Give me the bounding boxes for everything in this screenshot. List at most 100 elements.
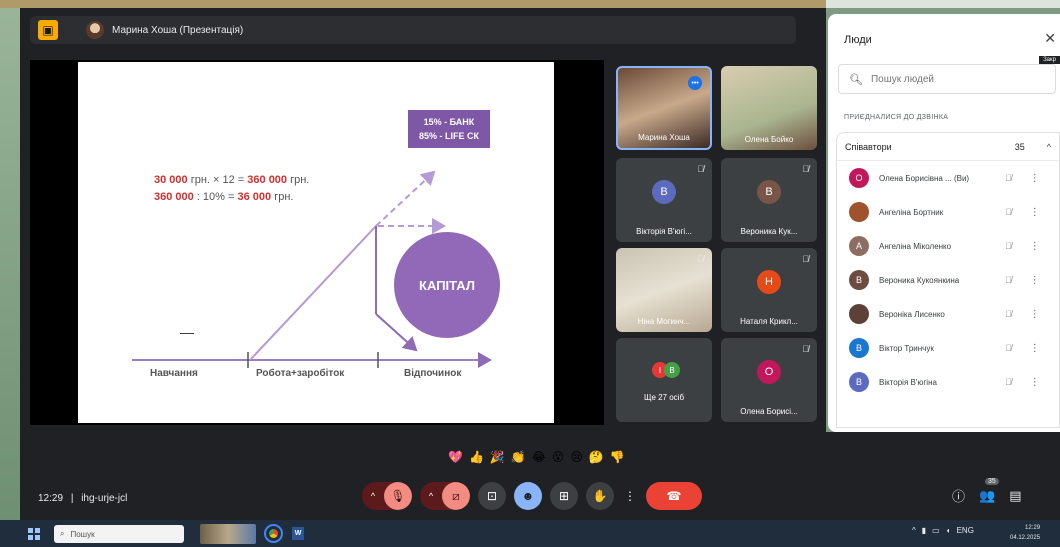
people-icon: 👥 [979,487,996,503]
taskbar-widget[interactable] [200,524,256,544]
participant-name: Наталя Крикл... [740,317,798,326]
info-icon[interactable]: ⓘ [952,486,965,505]
participant-row[interactable]: О Олена Борисівна ... (Ви) 🎙̸ ⋮ [837,161,1059,195]
participant-tile[interactable]: 🎙̸ Н Наталя Крикл... [721,248,817,332]
participant-row[interactable]: Вероніка Лисенко 🎙̸ ⋮ [837,297,1059,331]
participant-row[interactable]: В Віктор Тринчук 🎙̸ ⋮ [837,331,1059,365]
captions-button[interactable]: ⊡ [478,482,506,510]
raise-hand-button[interactable]: ✋ [586,482,614,510]
participant-tile[interactable]: 🎙̸ О Олена Борисі... [721,338,817,422]
reaction-laugh[interactable]: 😂 [532,450,546,464]
group-avatars: І В [652,362,680,378]
present-button[interactable]: ⊞ [550,482,578,510]
chat-icon[interactable]: ▤ [1009,488,1021,504]
section-title: Співавтори [845,141,892,152]
end-call-button[interactable]: ☎ [646,482,702,510]
camera-control: ^ ⧄ [420,482,470,510]
allocation-box: 15% - БАНК 85% - LIFE СК [408,110,490,148]
more-options-icon[interactable]: ⋮ [1030,377,1040,388]
participant-row[interactable]: В Вікторія В'югіна 🎙̸ ⋮ [837,365,1059,399]
close-tooltip: Закр [1039,56,1060,64]
more-options-icon[interactable]: ⋮ [1030,207,1040,218]
more-options-icon[interactable]: ⋮ [1030,343,1040,354]
avatar [849,202,869,222]
reaction-thumbs-down[interactable]: 👎 [610,450,625,464]
reaction-thumbs-up[interactable]: 👍 [469,450,484,464]
participant-row[interactable]: Ангеліна Бортник 🎙̸ ⋮ [837,195,1059,229]
more-options-icon[interactable]: ⋮ [1030,275,1040,286]
reaction-party[interactable]: 🎉 [490,450,505,464]
participant-row[interactable]: А Ангеліна Міколенко 🎙̸ ⋮ [837,229,1059,263]
participant-name: Олена Бойко [744,135,794,144]
growth-line [249,225,377,361]
mic-off-icon: 🎙̸ [1005,173,1012,183]
participant-name: Ангеліна Бортник [879,207,944,217]
participant-row[interactable]: В Вероника Кукоянкина 🎙̸ ⋮ [837,263,1059,297]
word-icon[interactable]: W [292,527,304,540]
presenter-avatar [86,21,104,39]
volume-icon[interactable]: ◖ [946,526,951,535]
participant-tile[interactable]: 🎙̸ В Вікторія В'югі... [616,158,712,242]
participant-name: Вікторія В'югі... [636,227,692,236]
system-clock[interactable]: 12:29 04.12.2025 [1010,523,1040,543]
chrome-icon[interactable] [264,524,283,543]
language-indicator[interactable]: ENG [957,526,974,535]
clock-time: 12:29 [1025,525,1041,531]
participant-name: Вероника Кукоянкина [879,275,960,285]
battery-icon[interactable]: ▮ [922,526,926,535]
reaction-clap[interactable]: 👏 [511,450,526,464]
chevron-up-icon[interactable]: ^ [912,526,916,535]
meeting-time: 12:29 [38,493,64,504]
participant-name: Ангеліна Міколенко [879,241,952,251]
chevron-up-icon[interactable]: ^ [420,482,442,510]
participant-tile[interactable]: Олена Бойко [721,66,817,150]
reaction-bar: 💖 👍 🎉 👏 😂 😮 😢 🤔 👎 [448,450,625,464]
chevron-up-icon[interactable]: ^ [1047,142,1051,152]
more-options-button[interactable]: ⋮ [622,482,638,510]
mic-off-icon: 🎙̸ [1005,377,1012,387]
avatar: О [757,360,781,384]
participant-list: О Олена Борисівна ... (Ви) 🎙̸ ⋮ Ангеліна Бор… [837,161,1059,399]
presentation-icon[interactable]: ▣ [38,20,58,40]
more-options-icon[interactable]: ⋮ [1030,173,1040,184]
more-options-icon[interactable]: ⋮ [1030,241,1040,252]
dash-mark: — [180,324,194,340]
more-options-icon[interactable]: ⋮ [1030,309,1040,320]
taskbar-search[interactable]: ⌕ Пошук [54,525,184,543]
mic-off-icon: 🎙̸ [1005,241,1012,251]
reaction-thinking[interactable]: 🤔 [589,450,604,464]
chevron-up-icon[interactable]: ^ [362,482,384,510]
call-controls: ^ 🎙 ^ ⧄ ⊡ ☻ ⊞ ✋ ⋮ ☎ [362,482,702,510]
windows-start-icon[interactable] [28,528,40,540]
capital-circle: КАПІТАЛ [394,232,500,338]
network-icon[interactable]: ▭ [932,526,940,535]
avatar: В [664,362,680,378]
taskbar-search-label: Пошук [70,529,95,539]
mic-off-button[interactable]: 🎙 [384,482,412,510]
participant-tile[interactable]: ••• Марина Хоша [616,66,712,150]
phase-label: Навчання [150,368,198,379]
presentation-bar: ▣ Марина Хоша (Презентація) [30,16,796,44]
participant-tile[interactable]: 🎙̸ В Вероника Кук... [721,158,817,242]
section-header[interactable]: Співавтори 35 ^ [837,133,1059,161]
participants-section: Співавтори 35 ^ О Олена Борисівна ... (Ви… [836,132,1060,428]
close-icon[interactable]: ✕ [1044,30,1056,47]
people-count-badge: 35 [985,477,999,485]
camera-off-button[interactable]: ⧄ [442,482,470,510]
reaction-heart[interactable]: 💖 [448,450,463,464]
section-label: ПРИЄДНАЛИСЯ ДО ДЗВІНКА [844,114,949,121]
mic-off-icon: 🎙̸ [1005,343,1012,353]
section-count: 35 [1014,141,1025,152]
mic-off-icon: 🎙̸ [1005,275,1012,285]
meet-window-extension [826,432,1060,520]
emoji-button[interactable]: ☻ [514,482,542,510]
participant-tile[interactable]: 🎙̸ Ніна Могинч... [616,248,712,332]
people-button[interactable]: 👥 35 [979,477,999,504]
reaction-surprised[interactable]: 😮 [552,450,565,464]
reaction-sad[interactable]: 😢 [570,450,583,464]
avatar: В [849,338,869,358]
shared-slide: 30 000 грн. × 12 = 360 000 грн. 360 000 … [78,62,554,423]
more-participants-tile[interactable]: І В Ще 27 осіб [616,338,712,422]
search-input[interactable] [870,73,1041,85]
participant-name: Ніна Могинч... [637,317,691,326]
